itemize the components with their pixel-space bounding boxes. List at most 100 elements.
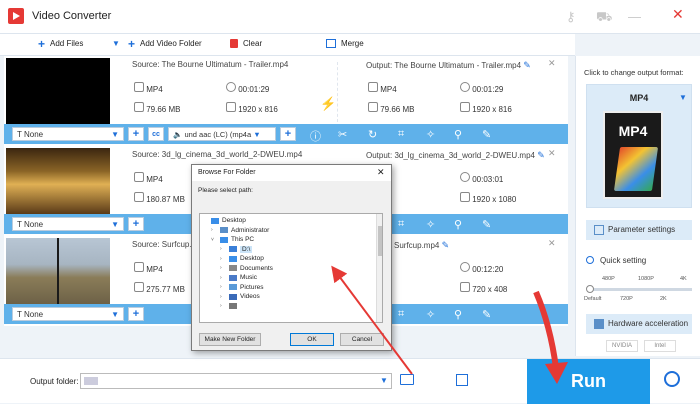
dialog-titlebar: Browse For Folder ✕ [192,165,391,181]
effect-icon[interactable]: ✧ [426,308,435,321]
video-thumbnail[interactable] [6,148,110,214]
remove-file-icon[interactable]: ✕ [548,238,556,249]
output-name[interactable]: Surfcup.mp4 ✎ [394,240,449,251]
output-folder-dropdown-icon[interactable]: ▼ [380,376,388,385]
quality-slider-knob[interactable] [586,285,594,293]
subtitle-select[interactable]: T None ▼ [12,307,124,321]
chevron-right-icon[interactable]: › [220,265,226,271]
tree-item[interactable]: › Pictures [202,283,374,293]
chevron-right-icon[interactable]: › [220,256,226,262]
subtitle-select[interactable]: T None ▼ [12,217,124,231]
ok-button[interactable]: OK [290,333,334,346]
tree-item-label: Administrator [231,226,270,234]
hardware-acceleration-label: Hardware acceleration [608,319,689,328]
chevron-right-icon[interactable]: › [220,275,226,281]
remove-file-icon[interactable]: ✕ [548,58,556,69]
cart-icon[interactable]: ⛟ [596,9,612,27]
clear-button[interactable]: Clear [230,39,262,48]
tree-item[interactable]: › Administrator [202,226,374,236]
make-new-folder-button[interactable]: Make New Folder [199,333,261,346]
crop-icon[interactable]: ⌗ [398,308,404,321]
disk-icon [368,102,378,112]
minimize-icon[interactable]: — [628,9,641,24]
tree-item-label: D:\ [240,245,253,253]
edit-icon[interactable]: ✎ [442,240,450,250]
src-format-info: MP4 [134,262,163,274]
output-name[interactable]: Output: 3d_lg_cinema_3d_world_2-DWEU.mp4… [366,150,545,161]
chevron-down-icon[interactable]: ˅ [211,237,217,243]
subtitle-edit-icon[interactable]: ✎ [482,128,491,141]
output-name[interactable]: Output: The Bourne Ultimatum - Trailer.m… [366,60,531,71]
tree-item[interactable]: › Music [202,273,374,283]
tick-480p: 480P [602,276,615,282]
tree-item[interactable]: › Desktop [202,254,374,264]
add-audio-button[interactable]: + [280,127,296,141]
run-button[interactable]: Run [527,359,650,404]
alarm-clock-icon[interactable] [664,371,680,387]
output-folder-input[interactable] [80,373,392,389]
tree-item[interactable]: › Videos [202,292,374,302]
rotate-icon[interactable]: ↻ [368,128,377,141]
add-files-dropdown[interactable]: ▼ [112,39,120,48]
output-format-card[interactable]: MP4 ▼ MP4 [586,84,692,208]
audio-track-select[interactable]: 🔈 und aac (LC) (mp4a ▼ [168,127,276,141]
effect-icon[interactable]: ✧ [426,218,435,231]
tree-scrollbar[interactable] [376,214,382,322]
out-res-info: 1920 x 816 [460,102,512,114]
cut-icon[interactable]: ✂ [338,128,347,141]
video-thumbnail[interactable] [6,238,110,304]
src-size-info: 79.66 MB [134,102,180,114]
edit-icon[interactable]: ✎ [523,60,531,70]
settings-icon [594,225,604,235]
tree-item[interactable]: › Documents [202,264,374,274]
plus-icon: + [38,36,46,51]
add-video-folder-button[interactable]: + Add Video Folder [128,38,202,50]
edit-icon[interactable]: ✎ [537,150,545,160]
quick-setting-label: Quick setting [600,256,647,265]
src-format-info: MP4 [134,172,163,184]
quality-slider[interactable] [588,288,692,291]
chevron-right-icon[interactable]: › [220,284,226,290]
documents-icon [229,265,237,272]
cancel-button[interactable]: Cancel [340,333,384,346]
parameter-settings-button[interactable]: Parameter settings [586,220,692,240]
watermark-icon[interactable]: ⚲ [454,218,462,231]
remove-file-icon[interactable]: ✕ [548,148,556,159]
hardware-acceleration-button[interactable]: Hardware acceleration [586,314,692,334]
chevron-right-icon[interactable]: › [220,246,226,252]
add-subtitle-button[interactable]: + [128,307,144,321]
key-icon[interactable]: ⚷ [566,9,576,25]
mp4-format-icon: MP4 [603,111,663,199]
chevron-right-icon[interactable]: › [211,227,217,233]
crop-icon[interactable]: ⌗ [398,218,404,231]
tree-item[interactable]: › [202,302,374,312]
add-subtitle-button[interactable]: + [128,217,144,231]
add-files-button[interactable]: + Add Files [38,36,83,51]
tree-item[interactable]: ˅ This PC [202,235,374,245]
watermark-icon[interactable]: ⚲ [454,308,462,321]
tree-item[interactable]: › D:\ [202,245,374,255]
chevron-right-icon[interactable]: › [220,294,226,300]
chevron-right-icon[interactable]: › [220,303,226,309]
dialog-close-icon[interactable]: ✕ [377,167,385,178]
scrollbar-thumb[interactable] [378,226,382,256]
output-preview-icon[interactable] [456,374,468,386]
info-icon[interactable]: ⓘ [310,128,321,144]
subtitle-select[interactable]: T None ▼ [12,127,124,141]
tree-item-label: Desktop [240,255,264,263]
video-thumbnail[interactable] [6,58,110,124]
close-icon[interactable]: ✕ [672,6,684,23]
cc-icon[interactable]: cc [148,127,164,141]
app-logo-icon [8,8,24,24]
source-name: Source: 3d_lg_cinema_3d_world_2-DWEU.mp4 [132,150,303,159]
subtitle-edit-icon[interactable]: ✎ [482,308,491,321]
subtitle-edit-icon[interactable]: ✎ [482,218,491,231]
add-subtitle-button[interactable]: + [128,127,144,141]
tree-item[interactable]: Desktop [202,216,374,226]
watermark-icon[interactable]: ⚲ [454,128,462,141]
open-folder-icon[interactable] [400,374,414,385]
file-edit-bar: T None ▼ + cc 🔈 und aac (LC) (mp4a ▼ + ⓘ … [4,124,568,144]
crop-icon[interactable]: ⌗ [398,128,404,141]
merge-button[interactable]: Merge [326,39,364,48]
effect-icon[interactable]: ✧ [426,128,435,141]
